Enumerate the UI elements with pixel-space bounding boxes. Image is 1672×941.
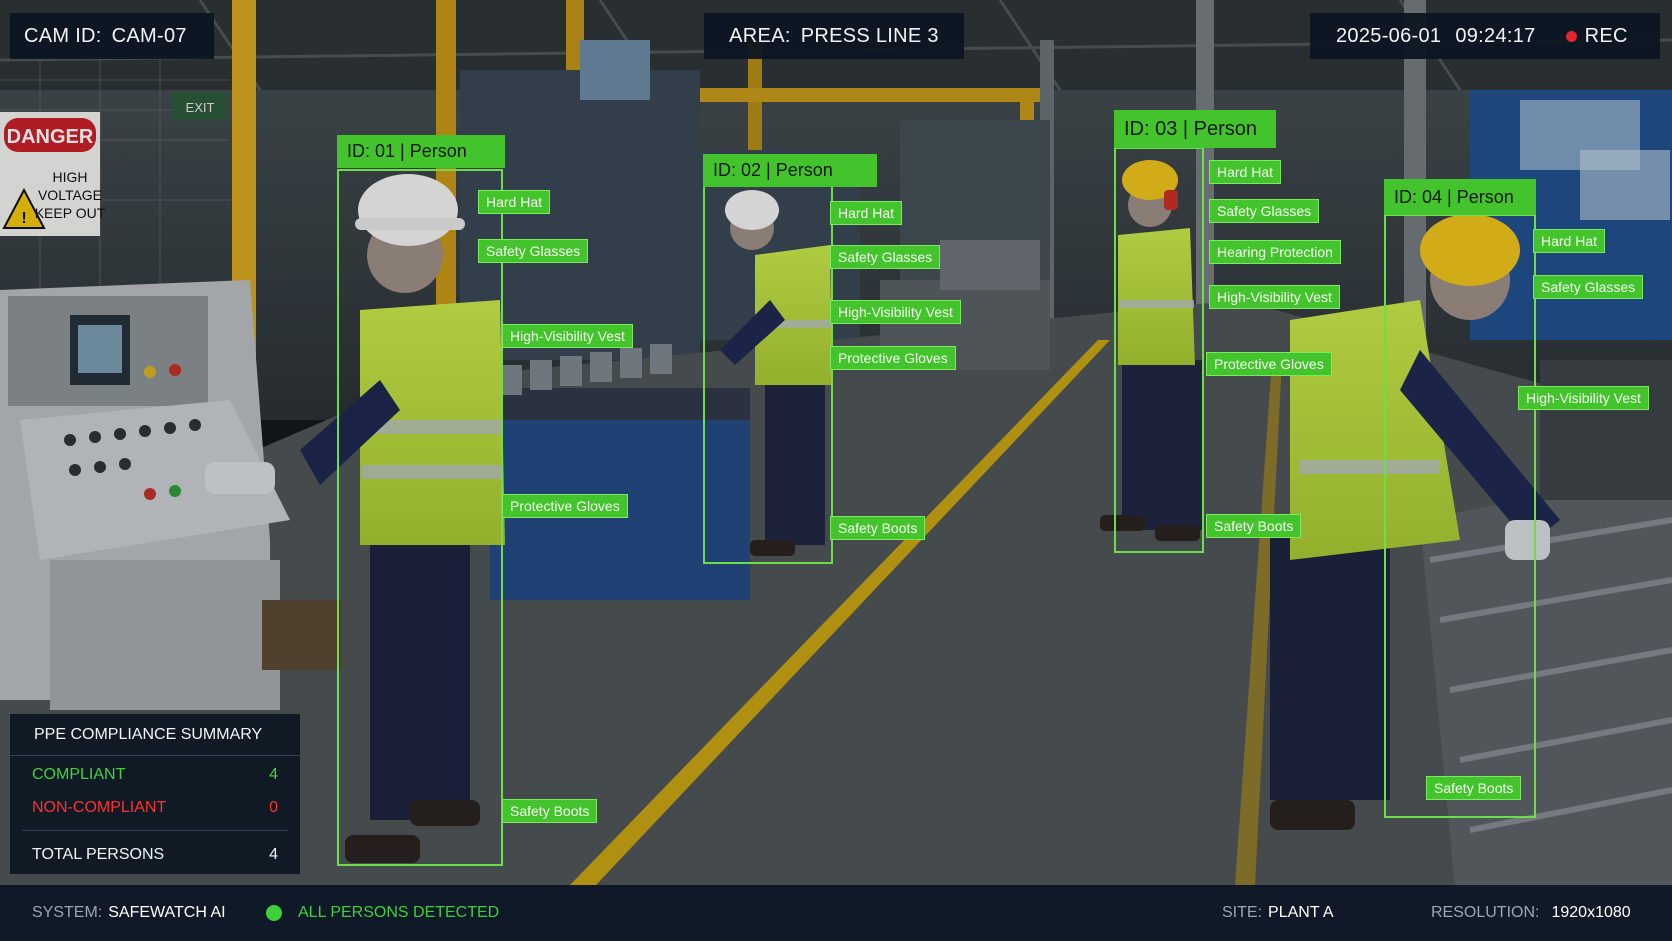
summary-divider <box>22 830 288 831</box>
total-persons-value: 4 <box>269 846 278 863</box>
area-value: PRESS LINE 3 <box>800 24 939 47</box>
ppe-tag-hard-hat: Hard Hat <box>478 190 551 214</box>
ppe-tag-safety-glasses: Safety Glasses <box>830 245 941 269</box>
ppe-tag-high-visibility-vest: High-Visibility Vest <box>1518 386 1649 410</box>
detection-box-person-04[interactable] <box>1384 214 1536 818</box>
record-label: REC <box>1584 24 1628 47</box>
ppe-tag-safety-glasses: Safety Glasses <box>1533 275 1644 299</box>
area-badge: AREA: PRESS LINE 3 <box>704 13 964 59</box>
site-label: SITE: <box>1222 904 1263 921</box>
summary-title: PPE COMPLIANCE SUMMARY <box>10 714 300 756</box>
ppe-tag-safety-boots: Safety Boots <box>1426 776 1522 800</box>
ppe-tag-high-visibility-vest: High-Visibility Vest <box>830 300 961 324</box>
resolution-value: 1920x1080 <box>1551 904 1631 921</box>
camera-id-label: CAM ID: <box>24 24 102 47</box>
ppe-tag-hard-hat: Hard Hat <box>1533 229 1606 253</box>
detection-title-person-01: ID: 01 | Person <box>337 135 505 168</box>
detection-box-person-03[interactable] <box>1114 147 1204 553</box>
system-info: SYSTEM: SAFEWATCH AI <box>32 885 226 941</box>
compliant-value: 4 <box>269 766 278 783</box>
detection-box-person-02[interactable] <box>703 185 833 564</box>
system-label: SYSTEM: <box>32 904 103 921</box>
status-bar: SYSTEM: SAFEWATCH AI ALL PERSONS DETECTE… <box>0 885 1672 941</box>
summary-row-total: TOTAL PERSONS 4 <box>32 846 278 864</box>
resolution-info: RESOLUTION: 1920x1080 <box>1431 885 1631 941</box>
resolution-label: RESOLUTION: <box>1431 904 1540 921</box>
ppe-tag-high-visibility-vest: High-Visibility Vest <box>1209 285 1340 309</box>
ppe-tag-safety-boots: Safety Boots <box>830 516 926 540</box>
noncompliant-value: 0 <box>269 799 278 816</box>
detection-title-person-03: ID: 03 | Person <box>1114 110 1276 148</box>
ppe-tag-protective-gloves: Protective Gloves <box>502 494 628 518</box>
camera-id-badge: CAM ID: CAM-07 <box>10 13 214 59</box>
noncompliant-label: NON-COMPLIANT <box>32 799 167 816</box>
detection-status: ALL PERSONS DETECTED <box>266 885 499 941</box>
record-indicator-icon <box>1565 30 1577 42</box>
site-info: SITE: PLANT A <box>1222 885 1334 941</box>
summary-row-noncompliant: NON-COMPLIANT 0 <box>32 799 278 817</box>
time-value: 09:24:17 <box>1455 24 1536 47</box>
detection-box-person-01[interactable] <box>337 169 503 866</box>
camera-id-value: CAM-07 <box>111 24 187 47</box>
detection-title-person-04: ID: 04 | Person <box>1384 179 1536 215</box>
camera-feed-viewport: DANGER ! HIGH VOLTAGE KEEP OUT EXIT CAM … <box>0 0 1672 941</box>
ppe-tag-hearing-protection: Hearing Protection <box>1209 240 1341 264</box>
ppe-tag-safety-boots: Safety Boots <box>502 799 598 823</box>
site-value: PLANT A <box>1268 904 1334 921</box>
timestamp-badge: 2025-06-01 09:24:17 REC <box>1310 13 1660 59</box>
ppe-tag-protective-gloves: Protective Gloves <box>1206 352 1332 376</box>
area-label: AREA: <box>729 24 791 47</box>
ppe-tag-high-visibility-vest: High-Visibility Vest <box>502 324 633 348</box>
detection-status-text: ALL PERSONS DETECTED <box>298 904 500 921</box>
date-value: 2025-06-01 <box>1336 24 1442 47</box>
ppe-compliance-summary-panel: PPE COMPLIANCE SUMMARY COMPLIANT 4 NON-C… <box>10 714 300 874</box>
total-persons-label: TOTAL PERSONS <box>32 846 165 863</box>
ppe-tag-safety-boots: Safety Boots <box>1206 514 1302 538</box>
ppe-tag-safety-glasses: Safety Glasses <box>478 239 589 263</box>
status-indicator-icon <box>266 905 282 921</box>
summary-row-compliant: COMPLIANT 4 <box>32 766 278 784</box>
detection-title-person-02: ID: 02 | Person <box>703 154 877 187</box>
ppe-tag-hard-hat: Hard Hat <box>1209 160 1282 184</box>
ppe-tag-hard-hat: Hard Hat <box>830 201 903 225</box>
compliant-label: COMPLIANT <box>32 766 126 783</box>
ppe-tag-protective-gloves: Protective Gloves <box>830 346 956 370</box>
ppe-tag-safety-glasses: Safety Glasses <box>1209 199 1320 223</box>
system-value: SAFEWATCH AI <box>108 904 226 921</box>
